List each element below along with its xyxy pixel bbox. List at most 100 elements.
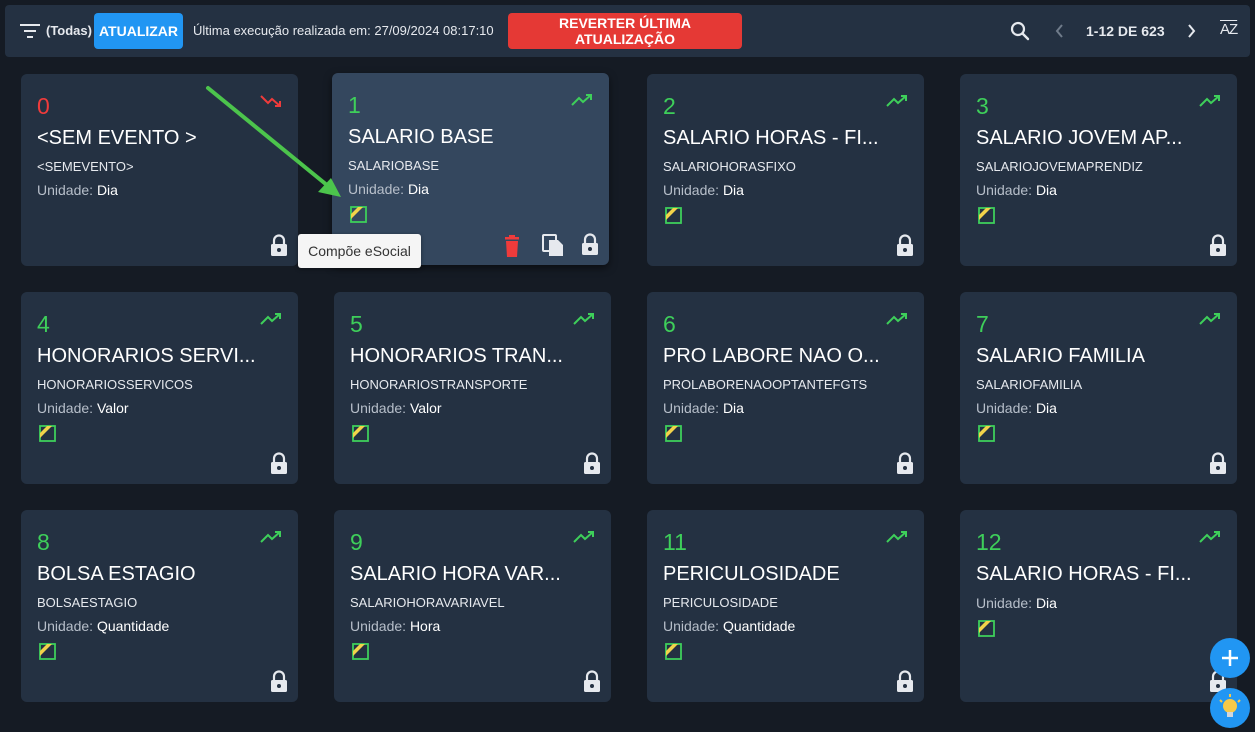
unit-label: Unidade: — [976, 595, 1033, 611]
unit-value: Valor — [409, 400, 442, 416]
esocial-icon[interactable] — [977, 424, 996, 443]
trending-up-icon — [886, 313, 907, 325]
lock-icon[interactable] — [583, 670, 601, 692]
lock-icon[interactable] — [581, 233, 599, 255]
trending-down-icon — [260, 95, 281, 107]
event-number: 0 — [37, 93, 50, 119]
trending-up-icon — [573, 313, 594, 325]
event-card[interactable]: 3 SALARIO JOVEM AP... SALARIOJOVEMAPRENDIZ… — [960, 74, 1237, 266]
unit-label: Unidade: — [37, 182, 94, 198]
event-name: SALARIO HORA VAR... — [350, 563, 561, 585]
event-name: SALARIO BASE — [348, 126, 494, 148]
event-card[interactable]: 5 HONORARIOS TRAN... HONORARIOSTRANSPORTE U… — [334, 292, 611, 484]
lock-icon[interactable] — [583, 452, 601, 474]
lock-icon[interactable] — [270, 234, 288, 256]
unit-label: Unidade: — [348, 181, 405, 197]
event-unit: Unidade: Dia — [663, 182, 744, 198]
event-card[interactable]: 0 <SEM EVENTO > <SEMEVENTO> Unidade: Dia — [21, 74, 298, 266]
event-unit: Unidade: Dia — [663, 400, 744, 416]
trending-up-icon — [260, 531, 281, 543]
event-card[interactable]: 12 SALARIO HORAS - FI... Unidade: Dia — [960, 510, 1237, 702]
trending-up-icon — [571, 94, 592, 106]
lock-icon[interactable] — [896, 670, 914, 692]
esocial-icon[interactable] — [38, 642, 57, 661]
event-name: PRO LABORE NAO O... — [663, 345, 880, 367]
pagination-range: 1-12 DE 623 — [1086, 23, 1165, 39]
event-card[interactable]: 4 HONORARIOS SERVI... HONORARIOSSERVICOS Un… — [21, 292, 298, 484]
event-card[interactable]: 2 SALARIO HORAS - FI... SALARIOHORASFIXO Un… — [647, 74, 924, 266]
event-unit: Unidade: Hora — [350, 618, 440, 634]
delete-icon[interactable] — [503, 235, 521, 257]
chevron-right-icon[interactable] — [1179, 19, 1203, 43]
event-name: SALARIO HORAS - FI... — [663, 127, 879, 149]
search-icon[interactable] — [1008, 19, 1032, 43]
copy-icon[interactable] — [542, 234, 564, 257]
event-code: PERICULOSIDADE — [663, 595, 778, 610]
event-card[interactable]: 7 SALARIO FAMILIA SALARIOFAMILIA Unidade: D… — [960, 292, 1237, 484]
unit-label: Unidade: — [37, 400, 94, 416]
lock-icon[interactable] — [896, 234, 914, 256]
unit-label: Unidade: — [37, 618, 94, 634]
event-code: HONORARIOSSERVICOS — [37, 377, 193, 392]
event-name: PERICULOSIDADE — [663, 563, 840, 585]
chevron-left-icon[interactable] — [1048, 19, 1072, 43]
update-button[interactable]: ATUALIZAR — [94, 13, 183, 49]
lightbulb-icon — [1219, 694, 1241, 717]
event-card[interactable]: 9 SALARIO HORA VAR... SALARIOHORAVARIAVEL U… — [334, 510, 611, 702]
trending-up-icon — [573, 531, 594, 543]
unit-value: Dia — [1035, 595, 1057, 611]
event-number: 9 — [350, 529, 363, 555]
event-card[interactable]: 8 BOLSA ESTAGIO BOLSAESTAGIO Unidade: Quant… — [21, 510, 298, 702]
event-card[interactable]: 11 PERICULOSIDADE PERICULOSIDADE Unidade: Q… — [647, 510, 924, 702]
lock-icon[interactable] — [1209, 452, 1227, 474]
event-name: SALARIO JOVEM AP... — [976, 127, 1183, 149]
unit-value: Dia — [722, 400, 744, 416]
event-unit: Unidade: Valor — [350, 400, 442, 416]
trending-up-icon — [1199, 95, 1220, 107]
esocial-icon[interactable] — [977, 619, 996, 638]
esocial-icon[interactable] — [351, 424, 370, 443]
lock-icon[interactable] — [896, 452, 914, 474]
revert-last-update-button[interactable]: REVERTER ÚLTIMA ATUALIZAÇÃO — [508, 13, 742, 49]
esocial-icon[interactable] — [664, 206, 683, 225]
unit-label: Unidade: — [663, 618, 720, 634]
esocial-icon[interactable] — [664, 424, 683, 443]
unit-label: Unidade: — [663, 182, 720, 198]
unit-label: Unidade: — [976, 400, 1033, 416]
event-code: SALARIOJOVEMAPRENDIZ — [976, 159, 1143, 174]
plus-icon — [1222, 650, 1238, 666]
lock-icon[interactable] — [270, 670, 288, 692]
event-unit: Unidade: Quantidade — [663, 618, 795, 634]
event-number: 2 — [663, 93, 676, 119]
esocial-icon[interactable] — [349, 205, 368, 224]
esocial-icon[interactable] — [977, 206, 996, 225]
toolbar: (Todas) ATUALIZAR Última execução realiz… — [5, 5, 1250, 57]
event-unit: Unidade: Dia — [976, 182, 1057, 198]
sort-az-label: AZ — [1220, 21, 1238, 38]
unit-value: Quantidade — [96, 618, 170, 634]
unit-label: Unidade: — [350, 618, 407, 634]
event-name: SALARIO FAMILIA — [976, 345, 1145, 367]
event-code: SALARIOBASE — [348, 158, 440, 173]
filter-label[interactable]: (Todas) — [46, 23, 92, 38]
event-card[interactable]: 6 PRO LABORE NAO O... PROLABORENAOOPTANTEF… — [647, 292, 924, 484]
event-code: SALARIOHORASFIXO — [663, 159, 796, 174]
event-code: PROLABORENAOOPTANTEFGTS — [663, 377, 868, 392]
filter-icon[interactable] — [20, 23, 40, 39]
unit-value: Dia — [722, 182, 744, 198]
event-number: 3 — [976, 93, 989, 119]
event-number: 12 — [976, 529, 1002, 555]
tips-button[interactable] — [1210, 688, 1250, 728]
lock-icon[interactable] — [1209, 234, 1227, 256]
lock-icon[interactable] — [270, 452, 288, 474]
trending-up-icon — [260, 313, 281, 325]
trending-up-icon — [886, 95, 907, 107]
esocial-icon[interactable] — [664, 642, 683, 661]
event-unit: Unidade: Dia — [348, 181, 429, 197]
esocial-icon[interactable] — [351, 642, 370, 661]
sort-az-icon[interactable]: AZ — [1220, 21, 1246, 45]
esocial-icon[interactable] — [38, 424, 57, 443]
event-name: HONORARIOS TRAN... — [350, 345, 563, 367]
event-unit: Unidade: Dia — [37, 182, 118, 198]
add-button[interactable] — [1210, 638, 1250, 678]
